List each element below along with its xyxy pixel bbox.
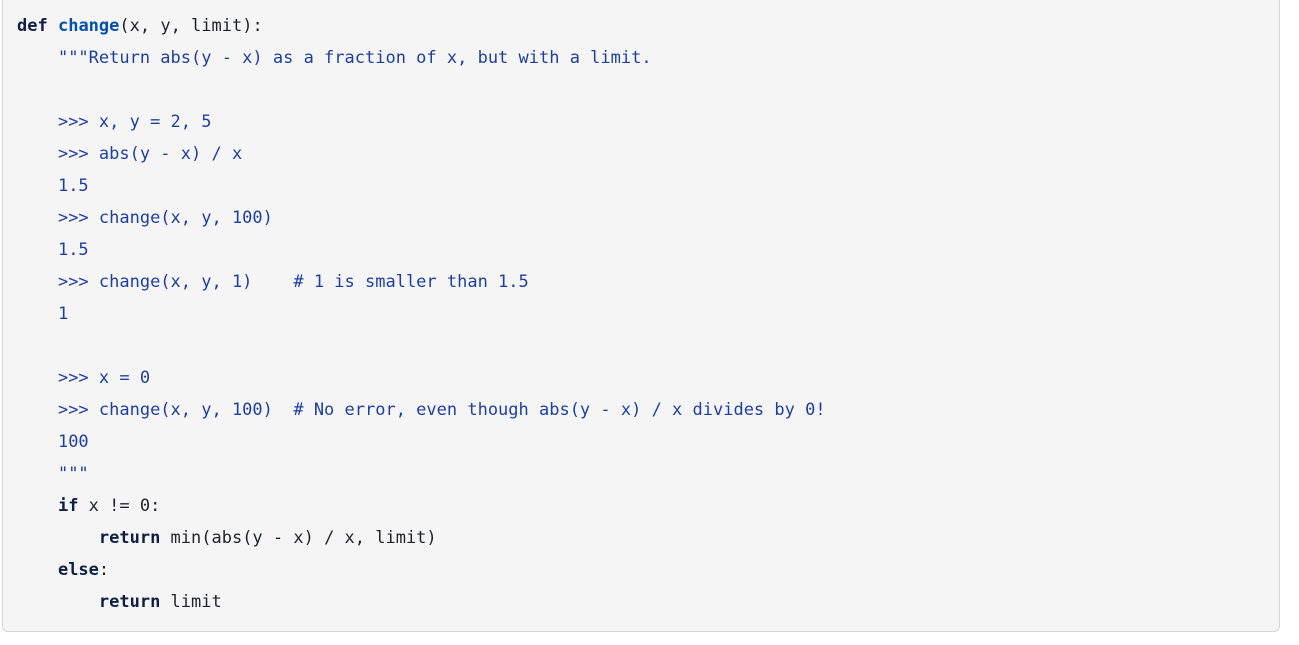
- code-token-kw: return: [98, 528, 161, 548]
- code-token-doc: >>> change(x, y, 100): [57, 208, 273, 228]
- code-token-kw: def: [17, 16, 48, 36]
- code-line: >>> x = 0: [17, 362, 1279, 394]
- code-token-doc: >>> x, y = 2, 5: [57, 112, 212, 132]
- code-token-doc: 1.5: [57, 240, 89, 260]
- code-line: 100: [17, 426, 1279, 458]
- code-line: 1.5: [17, 234, 1279, 266]
- code-token-fn: change: [57, 16, 120, 36]
- code-block: def change(x, y, limit): """Return abs(y…: [2, 0, 1280, 632]
- code-token-doc: """Return abs(y - x) as a fraction of x,…: [57, 48, 652, 68]
- code-token-doc: 1.5: [57, 176, 89, 196]
- code-content[interactable]: def change(x, y, limit): """Return abs(y…: [3, 0, 1279, 618]
- code-token-doc: 1: [57, 304, 69, 324]
- code-token-doc: 100: [57, 432, 89, 452]
- code-line: return limit: [17, 586, 1279, 618]
- code-token-kw: if: [57, 496, 79, 516]
- code-line: return min(abs(y - x) / x, limit): [17, 522, 1279, 554]
- code-lines: def change(x, y, limit): """Return abs(y…: [17, 10, 1279, 618]
- code-line: >>> change(x, y, 100): [17, 202, 1279, 234]
- code-token-doc: >>> change(x, y, 100) # No error, even t…: [57, 400, 826, 420]
- code-token-plain: min(abs(y - x) / x, limit): [160, 528, 437, 548]
- code-line: if x != 0:: [17, 490, 1279, 522]
- code-line: else:: [17, 554, 1279, 586]
- code-line: 1: [17, 298, 1279, 330]
- code-line: """Return abs(y - x) as a fraction of x,…: [17, 42, 1279, 74]
- code-line: >>> abs(y - x) / x: [17, 138, 1279, 170]
- code-line: def change(x, y, limit):: [17, 10, 1279, 42]
- code-line: >>> x, y = 2, 5: [17, 106, 1279, 138]
- code-token-plain: limit: [160, 592, 222, 612]
- code-token-plain: :: [98, 560, 110, 580]
- code-token-doc: >>> abs(y - x) / x: [57, 144, 243, 164]
- code-line: 1.5: [17, 170, 1279, 202]
- code-token-kw: else: [57, 560, 99, 580]
- code-line: >>> change(x, y, 100) # No error, even t…: [17, 394, 1279, 426]
- code-token-doc: >>> x = 0: [57, 368, 151, 388]
- code-token-doc: """: [57, 464, 89, 484]
- code-line: """: [17, 458, 1279, 490]
- code-token-doc: >>> change(x, y, 1) # 1 is smaller than …: [57, 272, 529, 292]
- code-token-kw: return: [98, 592, 161, 612]
- code-token-plain: x != 0:: [78, 496, 161, 516]
- code-line: >>> change(x, y, 1) # 1 is smaller than …: [17, 266, 1279, 298]
- code-token-plain: (x, y, limit):: [119, 16, 263, 36]
